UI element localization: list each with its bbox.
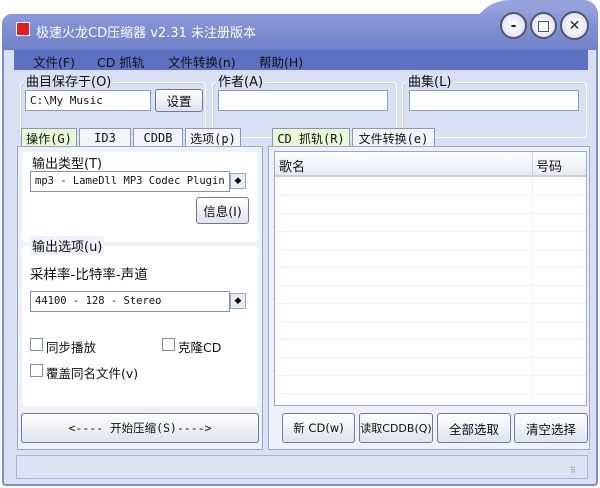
album-input[interactable] bbox=[409, 90, 579, 111]
output-type-select[interactable]: mp3 - LameDll MP3 Codec Plugin bbox=[30, 171, 230, 192]
app-icon bbox=[16, 22, 30, 36]
grid-line bbox=[275, 375, 586, 376]
grid-line bbox=[275, 303, 586, 304]
close-button[interactable]: ✕ bbox=[560, 11, 589, 40]
column-header-number[interactable]: 号码 bbox=[533, 152, 586, 177]
clear-selection-button[interactable]: 清空选择 bbox=[514, 413, 588, 443]
maximize-button[interactable]: □ bbox=[530, 12, 557, 39]
info-button[interactable]: 信息(I) bbox=[196, 197, 249, 224]
grid-line bbox=[275, 267, 586, 268]
author-input[interactable] bbox=[218, 90, 388, 111]
menu-file-convert[interactable]: 文件转换(n) bbox=[168, 52, 236, 71]
sync-play-checkbox[interactable] bbox=[30, 338, 43, 351]
save-path-input[interactable]: C:\My Music bbox=[25, 90, 151, 111]
tab-cd-rip[interactable]: CD 抓轨(R) bbox=[272, 128, 350, 147]
clone-cd-label: 克隆CD bbox=[178, 340, 222, 355]
grid-line bbox=[275, 213, 586, 214]
set-path-button[interactable]: 设置 bbox=[155, 89, 203, 112]
start-compress-button[interactable]: <---- 开始压缩(S)----> bbox=[21, 413, 259, 443]
save-label: 曲目保存于(O) bbox=[24, 71, 114, 90]
album-label: 曲集(L) bbox=[406, 71, 454, 90]
grid-line bbox=[275, 285, 586, 286]
tab-id3[interactable]: ID3 bbox=[79, 128, 131, 147]
overwrite-label: 覆盖同名文件(v) bbox=[46, 366, 139, 381]
grid-line bbox=[275, 249, 586, 250]
tab-cddb[interactable]: CDDB bbox=[133, 128, 183, 147]
minimize-button[interactable]: - bbox=[500, 12, 527, 39]
tab-options[interactable]: 选项(p) bbox=[185, 128, 241, 147]
menu-help[interactable]: 帮助(H) bbox=[259, 52, 303, 71]
sync-play-label: 同步播放 bbox=[46, 340, 97, 355]
chevron-updown-icon[interactable]: ◆ bbox=[230, 173, 246, 189]
output-options-sublabel: 采样率-比特率-声道 bbox=[30, 267, 148, 283]
clone-cd-checkbox[interactable] bbox=[162, 338, 175, 351]
grid-line bbox=[275, 231, 586, 232]
output-options-select[interactable]: 44100 - 128 - Stereo bbox=[30, 291, 230, 312]
grid-line bbox=[275, 339, 586, 340]
author-label: 作者(A) bbox=[216, 71, 266, 90]
read-cddb-button[interactable]: 读取CDDB(Q) bbox=[359, 413, 433, 443]
grid-line bbox=[275, 195, 586, 196]
window-title: 极速火龙CD压缩器 v2.31 未注册版本 bbox=[36, 26, 256, 41]
tab-operation[interactable]: 操作(G) bbox=[21, 128, 77, 147]
new-cd-button[interactable]: 新 CD(w) bbox=[282, 413, 355, 443]
resize-grip-icon[interactable]: ⠿ bbox=[570, 466, 576, 475]
grid-line bbox=[275, 357, 586, 358]
track-list[interactable] bbox=[274, 151, 587, 406]
grid-line bbox=[275, 393, 586, 394]
select-all-button[interactable]: 全部选取 bbox=[437, 413, 511, 443]
status-bar bbox=[16, 455, 588, 479]
column-header-title[interactable]: 歌名 bbox=[275, 152, 533, 177]
menu-file[interactable]: 文件(F) bbox=[33, 52, 75, 71]
output-type-label: 输出类型(T) bbox=[30, 153, 105, 172]
chevron-updown-icon[interactable]: ◆ bbox=[230, 293, 246, 309]
tab-file-convert[interactable]: 文件转换(e) bbox=[352, 128, 435, 147]
grid-line bbox=[275, 321, 586, 322]
overwrite-checkbox[interactable] bbox=[30, 364, 43, 377]
output-options-label: 输出选项(u) bbox=[30, 236, 105, 255]
menu-cd-rip[interactable]: CD 抓轨 bbox=[97, 52, 144, 71]
